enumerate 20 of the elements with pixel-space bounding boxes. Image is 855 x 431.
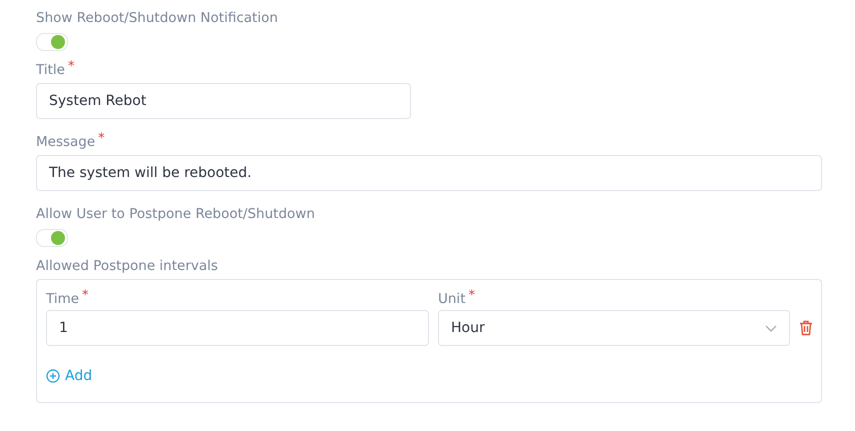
title-input[interactable]: System Rebot [36,83,411,119]
required-mark: * [68,61,74,76]
field-label: Title [36,61,65,79]
required-mark: * [468,290,475,305]
field-label: Allowed Postpone intervals [36,257,218,275]
toggle-switch[interactable] [36,33,68,51]
plus-circle-icon [46,369,60,383]
message-input[interactable]: The system will be rebooted. [36,155,822,191]
required-mark: * [82,290,89,305]
field-label: Unit [438,290,466,308]
toggle-switch[interactable] [36,229,68,247]
required-mark: * [98,133,105,148]
time-input[interactable]: 1 [46,310,429,346]
field-label: Time [46,290,80,308]
field-label: Show Reboot/Shutdown Notification [36,9,278,27]
chevron-down-icon [765,324,777,332]
field-label: Allow User to Postpone Reboot/Shutdown [36,205,315,223]
field-label: Message [36,133,96,151]
trash-icon[interactable] [799,320,813,336]
unit-select[interactable]: Hour [438,310,790,346]
